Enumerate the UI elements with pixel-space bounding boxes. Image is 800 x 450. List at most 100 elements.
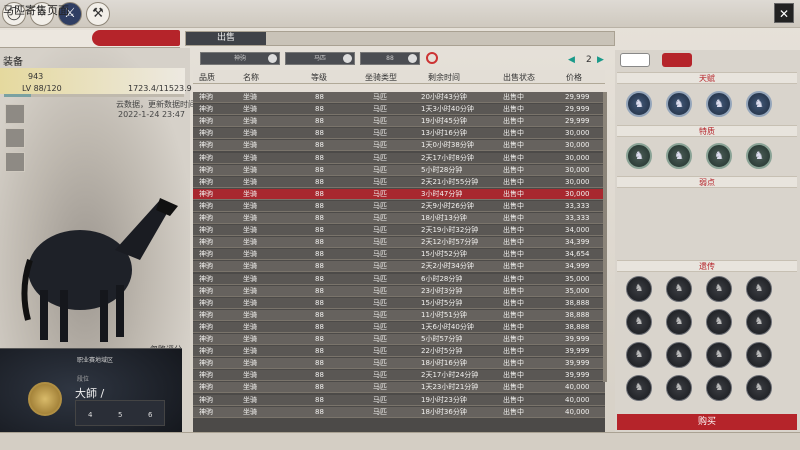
- gene-horse-icon[interactable]: ♞: [626, 375, 652, 401]
- gene-horse-icon[interactable]: ♞: [706, 276, 732, 302]
- table-row[interactable]: 神驹 坐骑 88 马匹 18小时36分钟 出售中 40,000: [193, 406, 605, 418]
- gene-horse-icon[interactable]: ♞: [626, 276, 652, 302]
- trait-horse-icon[interactable]: ♞: [666, 143, 692, 169]
- gene-horse-icon[interactable]: ♞: [746, 375, 772, 401]
- table-cell: 88: [315, 322, 324, 331]
- type-dropdown[interactable]: 马匹: [285, 52, 355, 65]
- gene-horse-icon[interactable]: ♞: [666, 276, 692, 302]
- table-row[interactable]: 神驹 坐骑 88 马匹 19小时23分钟 出售中 40,000: [193, 394, 605, 406]
- table-cell: 出售中: [503, 322, 524, 331]
- gene-horse-icon[interactable]: ♞: [746, 276, 772, 302]
- table-row[interactable]: 神驹 坐骑 88 马匹 15小时5分钟 出售中 38,888: [193, 297, 605, 309]
- prev-page-icon[interactable]: ◀: [568, 55, 578, 65]
- table-row[interactable]: 神驹 坐骑 88 马匹 2天9小时26分钟 出售中 33,333: [193, 200, 605, 212]
- table-cell: 88: [315, 371, 324, 380]
- table-cell: 坐骑: [243, 177, 257, 186]
- gene-horse-icon[interactable]: ♞: [706, 342, 732, 368]
- table-row[interactable]: 神驹 坐骑 88 马匹 1天3小时40分钟 出售中 29,999: [193, 104, 605, 116]
- table-row[interactable]: 神驹 坐骑 88 马匹 23小时3分钟 出售中 35,000: [193, 285, 605, 297]
- table-cell: 神驹: [199, 129, 213, 138]
- gene-horse-icon[interactable]: ♞: [746, 342, 772, 368]
- table-cell: 马匹: [373, 189, 387, 198]
- table-row[interactable]: 神驹 坐骑 88 马匹 15小时52分钟 出售中 34,654: [193, 249, 605, 261]
- table-row[interactable]: 神驹 坐骑 88 马匹 19小时45分钟 出售中 29,999: [193, 116, 605, 128]
- table-cell: 6小时28分钟: [421, 274, 463, 283]
- table-cell: 马匹: [373, 359, 387, 368]
- table-cell: 出售中: [503, 189, 524, 198]
- table-row[interactable]: 神驹 坐骑 88 马匹 5小时28分钟 出售中 30,000: [193, 164, 605, 176]
- table-cell: 出售中: [503, 286, 524, 295]
- table-row[interactable]: 神驹 坐骑 88 马匹 5小时57分钟 出售中 39,999: [193, 334, 605, 345]
- table-row[interactable]: 神驹 坐骑 88 马匹 11小时51分钟 出售中 38,888: [193, 309, 605, 321]
- tab-sell[interactable]: 出售: [186, 32, 266, 45]
- level-dropdown[interactable]: 88: [360, 52, 420, 65]
- table-cell: 神驹: [199, 371, 213, 380]
- table-row[interactable]: 神驹 坐骑 88 马匹 2天2小时34分钟 出售中 34,999: [193, 261, 605, 273]
- buy-button[interactable]: 购买: [617, 414, 797, 430]
- table-cell: 神驹: [199, 226, 213, 235]
- search-icon[interactable]: [426, 52, 438, 64]
- equip-slot-3[interactable]: [5, 152, 25, 172]
- red-tab[interactable]: [92, 30, 180, 46]
- table-cell: 88: [315, 262, 324, 271]
- table-row[interactable]: 神驹 坐骑 88 马匹 18小时13分钟 出售中 33,333: [193, 213, 605, 224]
- table-cell: 出售中: [503, 129, 524, 138]
- listing-table: 神驹 坐骑 88 马匹 20小时43分钟 出售中 29,999 神驹 坐骑 88 马匹 1天3小时40…: [193, 92, 605, 432]
- table-row[interactable]: 神驹 坐骑 88 马匹 20小时43分钟 出售中 29,999: [193, 92, 605, 103]
- table-row[interactable]: 神驹 坐骑 88 马匹 2天17小时24分钟 出售中 39,999: [193, 370, 605, 382]
- gene-horse-icon[interactable]: ♞: [626, 309, 652, 335]
- trait-horse-icon[interactable]: ♞: [626, 143, 652, 169]
- gene-horse-icon[interactable]: ♞: [746, 309, 772, 335]
- table-cell: 出售中: [503, 274, 524, 283]
- equip-slot-1[interactable]: [5, 104, 25, 124]
- table-scrollbar[interactable]: [603, 92, 607, 382]
- talent-horse-icon[interactable]: ♞: [666, 91, 692, 117]
- gene-horse-icon[interactable]: ♞: [626, 342, 652, 368]
- trait-horse-icon[interactable]: ♞: [746, 143, 772, 169]
- close-button[interactable]: ✕: [774, 3, 794, 23]
- talent-horse-icon[interactable]: ♞: [706, 91, 732, 117]
- table-row[interactable]: 神驹 坐骑 88 马匹 1天23小时21分钟 出售中 40,000: [193, 382, 605, 394]
- table-row[interactable]: 神驹 坐骑 88 马匹 2天12小时57分钟 出售中 34,399: [193, 237, 605, 249]
- attribute-tab-1[interactable]: [620, 53, 650, 67]
- table-row[interactable]: 神驹 坐骑 88 马匹 13小时16分钟 出售中 30,000: [193, 128, 605, 140]
- table-row[interactable]: 神驹 坐骑 88 马匹 2天21小时55分钟 出售中 30,000: [193, 176, 605, 188]
- table-cell: 神驹: [199, 214, 213, 222]
- table-row[interactable]: 神驹 坐骑 88 马匹 18小时16分钟 出售中 39,999: [193, 358, 605, 370]
- quality-dropdown[interactable]: 神驹: [200, 52, 280, 65]
- talent-horse-icon[interactable]: ♞: [626, 91, 652, 117]
- table-row[interactable]: 神驹 坐骑 88 马匹 3小时47分钟 出售中 30,000: [193, 188, 605, 200]
- chevron-down-icon: [408, 54, 417, 63]
- table-cell: 神驹: [199, 177, 213, 186]
- gene-horse-icon[interactable]: ♞: [706, 309, 732, 335]
- table-cell: 坐骑: [243, 322, 257, 331]
- gene-horse-icon[interactable]: ♞: [666, 375, 692, 401]
- table-row[interactable]: 神驹 坐骑 88 马匹 22小时5分钟 出售中 39,999: [193, 346, 605, 358]
- table-row[interactable]: 神驹 坐骑 88 马匹 2天17小时8分钟 出售中 30,000: [193, 152, 605, 164]
- table-row[interactable]: 神驹 坐骑 88 马匹 6小时28分钟 出售中 35,000: [193, 273, 605, 285]
- table-row[interactable]: 神驹 坐骑 88 马匹 2天19小时32分钟 出售中 34,000: [193, 225, 605, 237]
- table-cell: 15小时52分钟: [421, 250, 467, 259]
- table-cell: 38,888: [565, 310, 590, 319]
- talent-horse-icon[interactable]: ♞: [746, 91, 772, 117]
- gene-horse-icon[interactable]: ♞: [706, 375, 732, 401]
- rank-stats-panel: 4 5 6: [75, 400, 165, 426]
- table-cell: 坐骑: [243, 129, 257, 138]
- filter-row: 神驹 马匹 88: [190, 52, 610, 66]
- rank-title: 职业赛地域区: [77, 357, 114, 364]
- weakness-title: 弱点: [617, 176, 797, 188]
- trait-horse-icon[interactable]: ♞: [706, 143, 732, 169]
- equip-slot-2[interactable]: [5, 128, 25, 148]
- axe-icon[interactable]: ⚒: [86, 2, 110, 26]
- table-row[interactable]: 神驹 坐骑 88 马匹 1天0小时38分钟 出售中 30,000: [193, 140, 605, 152]
- table-cell: 神驹: [199, 262, 213, 271]
- table-cell: 88: [315, 407, 324, 416]
- table-cell: 88: [315, 395, 324, 404]
- quality-dropdown-label: 神驹: [233, 55, 246, 62]
- gene-horse-icon[interactable]: ♞: [666, 309, 692, 335]
- next-page-icon[interactable]: ▶: [597, 55, 607, 65]
- attribute-tab-2[interactable]: [662, 53, 692, 67]
- rank-name: 大師 /: [75, 387, 105, 400]
- table-row[interactable]: 神驹 坐骑 88 马匹 1天6小时40分钟 出售中 38,888: [193, 321, 605, 333]
- gene-horse-icon[interactable]: ♞: [666, 342, 692, 368]
